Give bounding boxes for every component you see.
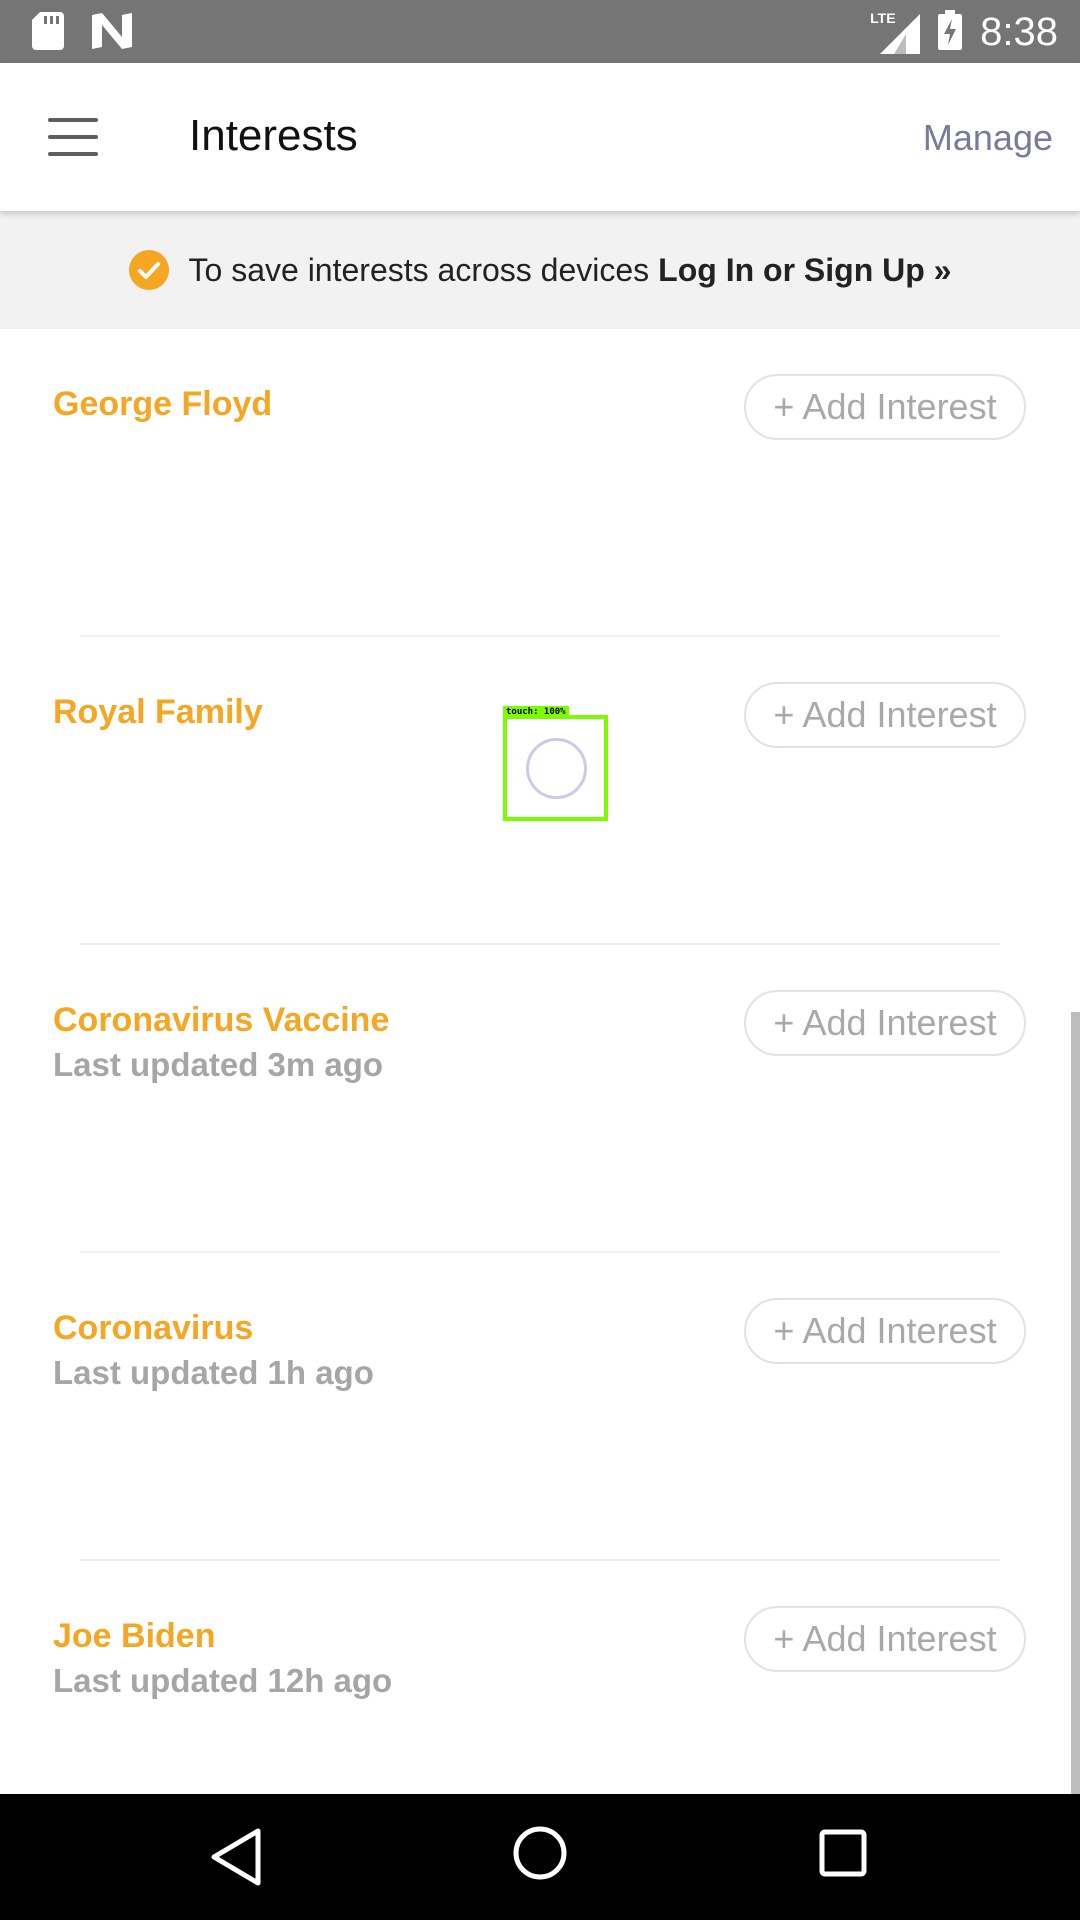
banner-text: To save interests across devices [188,251,650,288]
app-bar: Interests Manage [0,63,1080,211]
navigation-bar [0,1794,1080,1920]
battery-charging-icon [938,9,963,55]
interest-updated: Last updated 1h ago [53,1354,374,1391]
touch-label: touch: 100% [503,706,569,718]
add-interest-button[interactable]: + Add Interest [744,682,1026,748]
interest-name[interactable]: Royal Family [53,693,263,732]
login-signup-link[interactable]: Log In or Sign Up » [658,252,951,289]
interest-name[interactable]: Joe Biden [53,1617,215,1656]
back-triangle-icon[interactable] [210,1827,262,1892]
scrollbar[interactable] [1071,1012,1080,1794]
page-title: Interests [189,111,358,160]
status-time: 8:38 [980,10,1058,54]
list-item: Coronavirus Last updated 1h ago + Add In… [0,1253,1080,1561]
check-circle-icon [128,250,169,290]
status-bar: LTE 8:38 [0,0,1080,63]
interest-name[interactable]: George Floyd [53,385,272,424]
login-banner: To save interests across devices Log In … [0,211,1080,329]
home-circle-icon[interactable] [512,1825,568,1886]
interest-updated: Last updated 12h ago [53,1662,393,1699]
touch-ripple-icon [526,738,587,799]
interest-updated: Last updated 3m ago [53,1046,384,1083]
touch-indicator: touch: 100% [503,706,608,821]
network-type-label: LTE [870,10,896,26]
add-interest-button[interactable]: + Add Interest [744,1298,1026,1364]
add-interest-button[interactable]: + Add Interest [744,374,1026,440]
interest-name[interactable]: Coronavirus Vaccine [53,1001,389,1040]
add-interest-button[interactable]: + Add Interest [744,990,1026,1056]
lte-signal-icon: LTE [870,10,921,54]
interest-name[interactable]: Coronavirus [53,1309,253,1348]
manage-button[interactable]: Manage [923,116,1053,159]
sd-card-icon [32,12,64,55]
hamburger-menu-icon[interactable] [48,118,98,156]
list-item: Coronavirus Vaccine Last updated 3m ago … [0,945,1080,1253]
add-interest-button[interactable]: + Add Interest [744,1606,1026,1672]
interests-list: George Floyd + Add Interest Royal Family… [0,329,1080,1869]
n-notification-icon [92,13,132,54]
list-item: George Floyd + Add Interest [0,329,1080,637]
recents-square-icon[interactable] [819,1829,867,1882]
